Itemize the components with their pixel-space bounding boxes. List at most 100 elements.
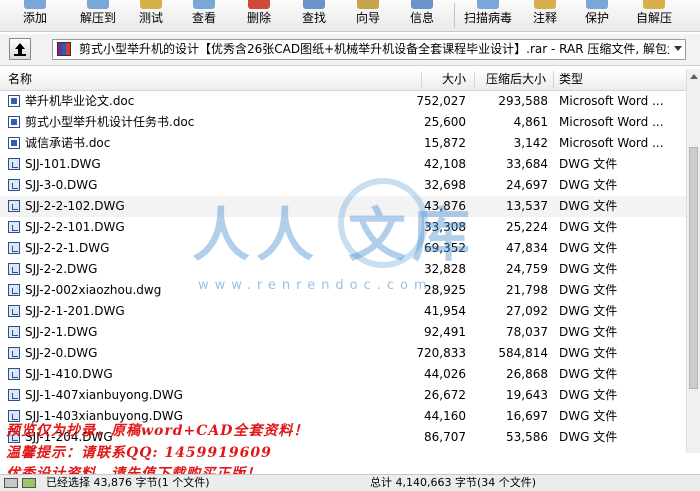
find-button[interactable]: 查找: [286, 0, 342, 31]
file-size: 41,954: [424, 304, 466, 318]
sfx-label: 自解压: [635, 11, 672, 25]
column-type[interactable]: 类型: [559, 69, 583, 90]
file-type: Microsoft Word ...: [559, 115, 664, 129]
test-button[interactable]: 测试: [126, 0, 176, 31]
address-text: 剪式小型举升机的设计【优秀含26张CAD图纸+机械举升机设备全套课程毕业设计】.…: [79, 42, 669, 56]
address-field[interactable]: 剪式小型举升机的设计【优秀含26张CAD图纸+机械举升机设备全套课程毕业设计】.…: [52, 39, 686, 60]
file-type: DWG 文件: [559, 283, 618, 297]
file-size: 44,026: [424, 367, 466, 381]
dwg-file-icon: [8, 200, 20, 212]
dwg-file-icon: [8, 221, 20, 233]
file-type: Microsoft Word ...: [559, 94, 664, 108]
file-row[interactable]: SJJ-2-2-101.DWG 33,308 25,224 DWG 文件: [0, 217, 686, 238]
add-button[interactable]: 添加: [0, 0, 70, 31]
add-icon: [24, 0, 46, 9]
sfx-button[interactable]: 自解压: [624, 0, 684, 31]
file-name: SJJ-2-2-102.DWG: [25, 199, 125, 213]
wizard-icon: [357, 0, 379, 9]
file-type: DWG 文件: [559, 325, 618, 339]
file-packed-size: 47,834: [506, 241, 548, 255]
file-packed-size: 25,224: [506, 220, 548, 234]
address-bar: 剪式小型举升机的设计【优秀含26张CAD图纸+机械举升机设备全套课程毕业设计】.…: [0, 34, 700, 66]
info-button[interactable]: 信息: [394, 0, 450, 31]
add-label: 添加: [22, 11, 47, 25]
column-header: 名称 大小 压缩后大小 类型: [0, 69, 686, 91]
up-folder-button[interactable]: [9, 38, 31, 60]
file-row[interactable]: SJJ-2-2.DWG 32,828 24,759 DWG 文件: [0, 259, 686, 280]
file-row[interactable]: SJJ-2-0.DWG 720,833 584,814 DWG 文件: [0, 343, 686, 364]
column-size[interactable]: 大小: [442, 69, 466, 90]
wizard-label: 向导: [355, 11, 380, 25]
file-type: DWG 文件: [559, 220, 618, 234]
dwg-file-icon: [8, 242, 20, 254]
column-packed[interactable]: 压缩后大小: [486, 69, 546, 90]
file-type: DWG 文件: [559, 157, 618, 171]
dwg-file-icon: [8, 368, 20, 380]
find-icon: [303, 0, 325, 9]
file-row[interactable]: SJJ-2-2-102.DWG 43,876 13,537 DWG 文件: [0, 196, 686, 217]
file-packed-size: 24,759: [506, 262, 548, 276]
status-bar: 已经选择 43,876 字节(1 个文件) 总计 4,140,663 字节(34…: [0, 474, 700, 491]
file-name: SJJ-2-2-1.DWG: [25, 241, 110, 255]
file-row[interactable]: SJJ-2-1.DWG 92,491 78,037 DWG 文件: [0, 322, 686, 343]
view-label: 查看: [191, 11, 216, 25]
dwg-file-icon: [8, 305, 20, 317]
file-type: Microsoft Word ...: [559, 136, 664, 150]
file-row[interactable]: SJJ-2-002xiaozhou.dwg 28,925 21,798 DWG 文件: [0, 280, 686, 301]
scan-virus-button[interactable]: 扫描病毒: [456, 0, 520, 31]
file-row[interactable]: SJJ-1-410.DWG 44,026 26,868 DWG 文件: [0, 364, 686, 385]
wizard-button[interactable]: 向导: [342, 0, 394, 31]
file-list: 举升机毕业论文.doc 752,027 293,588 Microsoft Word …: [0, 91, 686, 453]
file-name: SJJ-2-2-101.DWG: [25, 220, 125, 234]
vertical-scrollbar[interactable]: [686, 69, 700, 453]
file-size: 69,352: [424, 241, 466, 255]
file-size: 42,108: [424, 157, 466, 171]
file-size: 32,828: [424, 262, 466, 276]
comment-button[interactable]: 注释: [520, 0, 570, 31]
dwg-file-icon: [8, 263, 20, 275]
dwg-file-icon: [8, 389, 20, 401]
file-packed-size: 4,861: [513, 115, 548, 129]
file-row[interactable]: 举升机毕业论文.doc 752,027 293,588 Microsoft Word …: [0, 91, 686, 112]
file-row[interactable]: 诚信承诺书.doc 15,872 3,142 Microsoft Word ...: [0, 133, 686, 154]
file-row[interactable]: SJJ-2-1-201.DWG 41,954 27,092 DWG 文件: [0, 301, 686, 322]
file-packed-size: 33,684: [506, 157, 548, 171]
promo-line-2: 温馨提示：请联系QQ: 1459919609: [6, 445, 272, 461]
protect-button[interactable]: 保护: [570, 0, 624, 31]
file-row[interactable]: SJJ-2-2-1.DWG 69,352 47,834 DWG 文件: [0, 238, 686, 259]
dwg-file-icon: [8, 347, 20, 359]
file-size: 28,925: [424, 283, 466, 297]
file-packed-size: 78,037: [506, 325, 548, 339]
file-packed-size: 13,537: [506, 199, 548, 213]
file-type: DWG 文件: [559, 430, 618, 444]
file-row[interactable]: SJJ-3-0.DWG 32,698 24,697 DWG 文件: [0, 175, 686, 196]
file-size: 15,872: [424, 136, 466, 150]
file-type: DWG 文件: [559, 367, 618, 381]
view-button[interactable]: 查看: [176, 0, 232, 31]
file-row[interactable]: SJJ-1-407xianbuyong.DWG 26,672 19,643 DWG 文…: [0, 385, 686, 406]
comment-icon: [534, 0, 556, 9]
file-row[interactable]: 剪式小型举升机设计任务书.doc 25,600 4,861 Microsoft Wor…: [0, 112, 686, 133]
file-size: 752,027: [416, 94, 466, 108]
file-row[interactable]: SJJ-101.DWG 42,108 33,684 DWG 文件: [0, 154, 686, 175]
status-selected: 已经选择 43,876 字节(1 个文件): [46, 476, 210, 489]
column-name[interactable]: 名称: [8, 69, 32, 90]
chevron-down-icon[interactable]: [674, 46, 682, 51]
delete-icon: [248, 0, 270, 9]
scroll-thumb[interactable]: [689, 147, 698, 389]
scroll-up-icon[interactable]: [690, 74, 698, 79]
sfx-icon: [643, 0, 665, 9]
dwg-file-icon: [8, 179, 20, 191]
file-packed-size: 24,697: [506, 178, 548, 192]
delete-button[interactable]: 删除: [232, 0, 286, 31]
extract-to-button[interactable]: 解压到: [70, 0, 126, 31]
file-type: DWG 文件: [559, 199, 618, 213]
status-total: 总计 4,140,663 字节(34 个文件): [370, 476, 537, 489]
comment-label: 注释: [532, 11, 557, 25]
view-icon: [193, 0, 215, 9]
file-type: DWG 文件: [559, 262, 618, 276]
file-packed-size: 21,798: [506, 283, 548, 297]
file-type: DWG 文件: [559, 346, 618, 360]
test-label: 测试: [138, 11, 163, 25]
file-name: SJJ-3-0.DWG: [25, 178, 98, 192]
